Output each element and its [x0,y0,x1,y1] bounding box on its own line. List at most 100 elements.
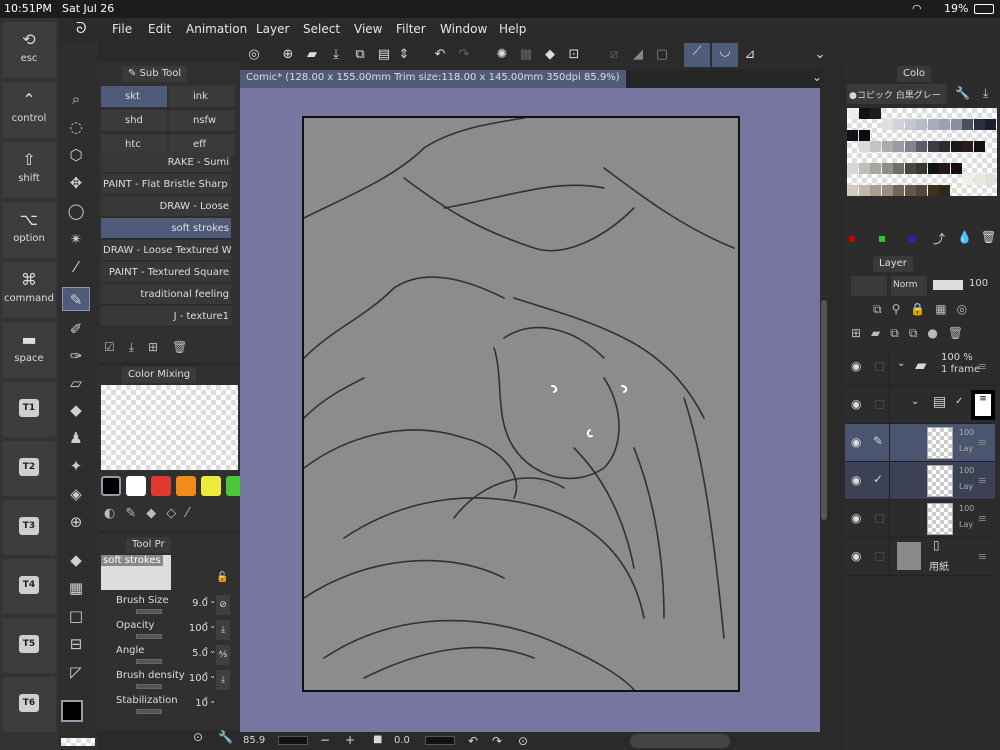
green-swatch[interactable] [879,236,885,242]
palette-swatch[interactable] [950,141,962,152]
rotate-right-icon[interactable]: ↷ [492,734,502,748]
tool-property-row[interactable]: Angle 5.0 ⌃⌄ ⅍ [100,643,238,668]
zoom-tool-icon[interactable]: ⌕ [62,87,90,111]
palette-swatch[interactable] [973,141,985,152]
eye-icon[interactable]: ◉ [851,549,861,563]
drag-handle-icon[interactable]: ≡ [978,474,987,487]
t4-key[interactable]: T4 [2,559,56,614]
tab-sub-tool[interactable]: ✎ Sub Tool [122,66,188,82]
brush-item[interactable]: DRAW - Loose [101,196,231,217]
t2-key[interactable]: T2 [2,441,56,496]
palette-swatch[interactable] [847,185,858,196]
transform-icon[interactable]: ⊡ [564,46,584,64]
drag-handle-icon[interactable]: ≡ [978,550,987,563]
drag-handle-icon[interactable]: ≡ [978,436,987,449]
pencil-tool-icon[interactable]: ✐ [62,317,90,341]
tool-property-row[interactable]: Brush density 100 ⌃⌄ ⤓ [100,668,238,693]
palette-swatch[interactable] [881,163,893,174]
mixing-tools[interactable]: ◐✎◆◇⁄ [104,506,198,521]
brush-item[interactable]: RAKE - Sumi [101,152,231,173]
app-logo-icon[interactable]: ᘐ [76,19,87,37]
magic-wand-icon[interactable]: ✴ [62,227,90,251]
png-export-icon[interactable]: ▤ [374,46,394,64]
palette-swatch[interactable] [870,163,881,174]
object-tool-icon[interactable]: ⬡ [62,143,90,167]
palette-swatch[interactable] [904,141,916,152]
layer-row[interactable]: ◉ ✎ 100 Lay ≡ [845,424,995,462]
horizontal-scrollbar[interactable] [630,734,730,748]
fill-icon[interactable]: ◆ [540,46,560,64]
palette-swatch[interactable] [973,174,985,185]
eye-icon[interactable]: ◉ [851,359,861,373]
palette-swatch[interactable] [881,141,893,152]
brush-item[interactable]: PAINT - Flat Bristle Sharp 2 [101,174,231,195]
main-color-swatch[interactable] [61,700,83,722]
more-icon[interactable]: ⇕ [394,46,414,64]
color-mixing-canvas[interactable] [101,385,238,470]
eye-icon[interactable]: ◉ [851,435,861,449]
snap-special-ruler-icon[interactable]: ◡ [712,43,738,67]
menu-select[interactable]: Select [303,22,340,36]
stepper-icon[interactable]: ⌃⌄ [203,696,216,705]
group-skt[interactable]: skt [101,86,167,107]
tool-property-row[interactable]: Opacity 100 ⌃⌄ ⤓ [100,618,238,643]
snap-ruler-icon[interactable]: ⟋ [684,43,710,67]
sub-tool-actions[interactable]: ☑⤓⊞🗑 [104,340,201,355]
mixing-color-swatch[interactable] [101,476,121,496]
t6-key[interactable]: T6 [2,677,56,732]
tool-property-row[interactable]: Brush Size 9.0 ⌃⌄ ⊘ [100,593,238,618]
replace-color-icon[interactable]: ⤴ [933,230,945,247]
pressure-icon[interactable]: ⅍ [216,645,230,665]
brush-item-selected[interactable]: soft strokes [101,218,231,239]
pressure-icon[interactable]: ⤓ [216,670,230,690]
chevron-down-icon[interactable]: ⌄ [911,396,919,407]
palette-swatch[interactable] [858,141,870,152]
sparkle-icon[interactable]: ✦ [62,454,90,478]
palette-swatch[interactable] [927,185,939,196]
selection-border-icon[interactable]: ▢ [652,46,672,64]
menu-window[interactable]: Window [440,22,487,36]
group-nsfw[interactable]: nsfw [169,110,235,131]
globe-icon[interactable]: ⊕ [62,510,90,534]
t3-key[interactable]: T3 [2,500,56,555]
palette-swatch[interactable] [916,163,927,174]
palette-swatch[interactable] [881,185,893,196]
gradient-tool-icon[interactable]: ▦ [62,576,90,600]
option-key[interactable]: ⌥ option [2,202,56,258]
transparent-color-swatch[interactable] [61,738,95,746]
space-key[interactable]: ▬ space [2,322,56,378]
zoom-out-button[interactable]: − [320,733,330,747]
decoration-icon[interactable]: ◆ [62,398,90,422]
fill-tool-icon[interactable]: ◆ [62,548,90,572]
palette-swatch[interactable] [881,119,893,130]
chevron-down-icon[interactable]: ⌄ [812,70,822,84]
brush-item[interactable]: DRAW - Loose Textured Wid [101,240,231,261]
mixing-color-swatch[interactable] [126,476,146,496]
palette-swatch[interactable] [904,119,916,130]
palette-swatch[interactable] [939,119,950,130]
save-icon[interactable]: ⤓ [326,46,346,64]
eye-icon[interactable]: ◉ [851,397,861,411]
palette-swatch[interactable] [870,141,881,152]
chevron-down-icon[interactable]: ⌄ [810,46,830,64]
palette-swatch[interactable] [858,108,870,119]
menu-animation[interactable]: Animation [186,22,247,36]
eye-icon[interactable]: ◉ [851,511,861,525]
ruler-tool-icon[interactable]: ◸ [62,660,90,684]
shift-key[interactable]: ⇧ shift [2,142,56,198]
palette-swatch[interactable] [893,185,904,196]
palette-swatch[interactable] [904,163,916,174]
snap-grid-icon[interactable]: ⊿ [740,46,760,64]
stepper-icon[interactable]: ⌃⌄ [203,671,216,680]
menu-layer[interactable]: Layer [256,22,289,36]
palette-swatch[interactable] [893,141,904,152]
clip-studio-icon[interactable]: ◎ [244,46,264,64]
layer-row[interactable]: ◉ ⌄ ▤ ✓ ≡ [845,386,995,424]
palette-swatch[interactable] [962,141,973,152]
mixing-color-swatch[interactable] [176,476,196,496]
palette-swatch[interactable] [916,141,927,152]
palette-swatch[interactable] [939,185,950,196]
palette-swatch[interactable] [973,119,985,130]
stepper-icon[interactable]: ⌃⌄ [203,621,216,630]
clear-icon[interactable]: ▩ [516,46,536,64]
